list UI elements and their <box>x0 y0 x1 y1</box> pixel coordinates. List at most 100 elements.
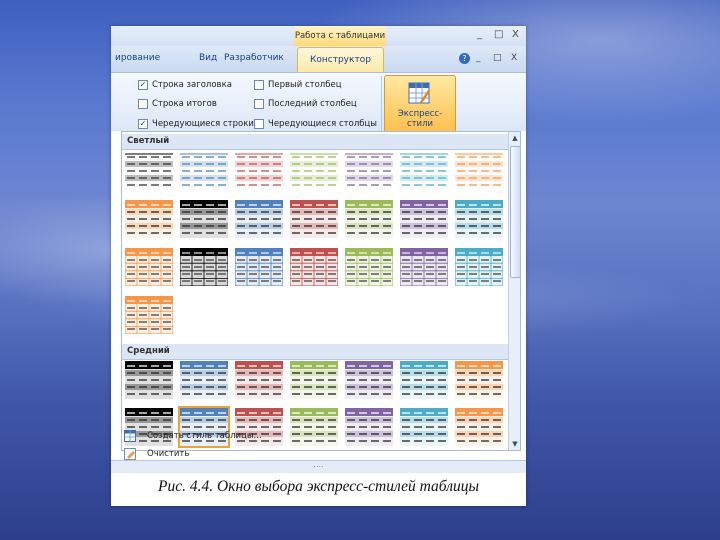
option-banded-rows[interactable]: ✓ Чередующиеся строки <box>138 119 254 129</box>
help-icon[interactable]: ? <box>459 53 470 64</box>
style-light-band-green[interactable] <box>345 200 393 238</box>
option-header-row[interactable]: ✓ Строка заголовка <box>138 80 232 90</box>
preview-cell <box>180 361 228 369</box>
checkbox-checked-icon[interactable]: ✓ <box>138 80 148 90</box>
preview-cell <box>125 200 173 208</box>
style-preview <box>235 248 283 286</box>
style-light-grid-extra[interactable] <box>125 296 173 334</box>
preview-cell <box>345 408 393 416</box>
style-light-aqua[interactable] <box>400 152 448 190</box>
style-light-grid-black[interactable] <box>180 248 228 286</box>
preview-cell <box>455 200 503 208</box>
style-medium-purple[interactable] <box>345 361 393 399</box>
clear-icon <box>124 448 136 460</box>
slide: Работа с таблицами _ □ X ирование Вид Ра… <box>111 26 526 506</box>
tab-view[interactable]: Вид <box>199 53 217 63</box>
word-window: Работа с таблицами _ □ X ирование Вид Ра… <box>111 26 526 473</box>
preview-cell <box>235 408 283 416</box>
style-preview <box>290 361 338 399</box>
option-label: Чередующиеся строки <box>152 119 254 129</box>
option-label: Строка итогов <box>152 99 217 109</box>
style-medium-black[interactable] <box>125 361 173 399</box>
checkbox-icon[interactable] <box>254 80 264 90</box>
option-label: Последний столбец <box>268 99 357 109</box>
style-preview <box>455 200 503 238</box>
maximize-button[interactable]: □ <box>494 29 503 41</box>
ribbon-close-button[interactable]: X <box>511 53 517 63</box>
checkbox-icon[interactable] <box>254 119 264 129</box>
style-preview <box>400 200 448 238</box>
style-light-band-orange[interactable] <box>125 200 173 238</box>
scroll-thumb[interactable] <box>510 146 520 278</box>
express-styles-button[interactable]: Экспресс-стили ▾ <box>384 75 456 139</box>
ribbon-minimize-button[interactable]: _ <box>476 53 481 63</box>
close-button[interactable]: X <box>512 29 519 41</box>
style-light-grid-aqua[interactable] <box>455 248 503 286</box>
new-table-style-icon <box>124 430 136 442</box>
style-light-black[interactable] <box>125 152 173 190</box>
style-preview <box>400 361 448 399</box>
figure-caption: Рис. 4.4. Окно выбора экспресс-стилей та… <box>158 478 479 495</box>
preview-cell <box>290 200 338 208</box>
style-light-orange[interactable] <box>455 152 503 190</box>
option-banded-columns[interactable]: Чередующиеся столбцы <box>254 119 377 129</box>
ribbon-separator <box>381 76 382 131</box>
style-light-grid-blue[interactable] <box>235 248 283 286</box>
gallery-scrollbar[interactable]: ▲ ▼ <box>508 132 520 450</box>
style-preview <box>125 296 173 334</box>
style-preview <box>125 152 173 190</box>
style-medium-orange[interactable] <box>455 361 503 399</box>
style-light-green[interactable] <box>290 152 338 190</box>
style-light-band-aqua[interactable] <box>455 200 503 238</box>
tab-review[interactable]: ирование <box>115 53 160 63</box>
style-preview <box>290 152 338 190</box>
style-light-grid-orange[interactable] <box>125 248 173 286</box>
style-medium-green[interactable] <box>290 361 338 399</box>
ribbon-restore-button[interactable]: □ <box>493 53 502 63</box>
style-light-band-purple[interactable] <box>400 200 448 238</box>
style-light-grid-red[interactable] <box>290 248 338 286</box>
checkbox-icon[interactable] <box>138 99 148 109</box>
style-light-grid-purple[interactable] <box>400 248 448 286</box>
style-light-red[interactable] <box>235 152 283 190</box>
style-light-band-red[interactable] <box>290 200 338 238</box>
style-light-band-blue[interactable] <box>235 200 283 238</box>
style-medium-aqua[interactable] <box>400 361 448 399</box>
preview-cell <box>235 361 283 369</box>
preview-cell <box>235 200 283 208</box>
style-preview <box>400 248 448 286</box>
tab-design[interactable]: Конструктор <box>297 47 384 72</box>
minimize-button[interactable]: _ <box>477 29 482 41</box>
create-table-style-item[interactable]: Создать стиль таблицы... <box>121 426 519 446</box>
preview-cell <box>455 361 503 369</box>
preview-cell <box>125 408 173 416</box>
style-medium-red[interactable] <box>235 361 283 399</box>
preview-cell <box>345 361 393 369</box>
style-preview <box>235 200 283 238</box>
checkbox-icon[interactable] <box>254 99 264 109</box>
option-total-row[interactable]: Строка итогов <box>138 99 217 109</box>
option-label: Первый столбец <box>268 80 342 90</box>
checkbox-checked-icon[interactable]: ✓ <box>138 119 148 129</box>
style-light-purple[interactable] <box>345 152 393 190</box>
style-light-grid-green[interactable] <box>345 248 393 286</box>
style-preview <box>455 152 503 190</box>
preview-cell <box>455 408 503 416</box>
styles-gallery: Светлый Средний ▲ ▼ <box>121 131 521 451</box>
style-medium-blue[interactable] <box>180 361 228 399</box>
preview-cell <box>180 408 228 416</box>
preview-cell <box>180 200 228 208</box>
style-light-band-black[interactable] <box>180 200 228 238</box>
preview-cell <box>290 361 338 369</box>
option-last-column[interactable]: Последний столбец <box>254 99 357 109</box>
style-preview <box>125 248 173 286</box>
express-styles-text: Экспресс-стили <box>397 109 443 129</box>
preview-cell <box>400 200 448 208</box>
scroll-up-icon[interactable]: ▲ <box>509 132 520 144</box>
style-light-blue[interactable] <box>180 152 228 190</box>
option-label: Чередующиеся столбцы <box>268 119 377 129</box>
tab-developer[interactable]: Разработчик <box>224 53 284 63</box>
resize-grip[interactable]: .... <box>111 460 526 473</box>
style-preview <box>235 361 283 399</box>
option-first-column[interactable]: Первый столбец <box>254 80 341 90</box>
